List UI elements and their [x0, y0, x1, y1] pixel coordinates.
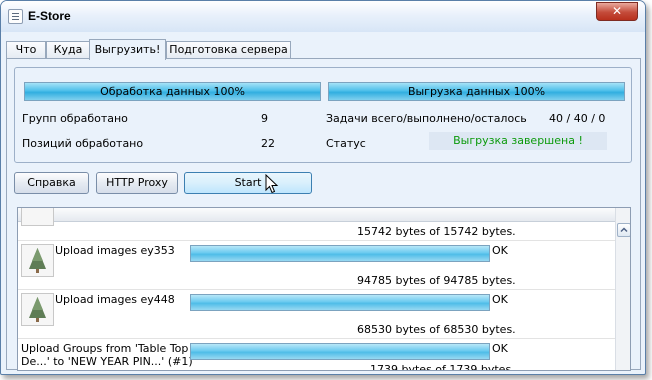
tasks-value: 40 / 40 / 0 [549, 112, 606, 125]
log-row-label-line2: De...' to 'NEW YEAR PIN...' (#1) [21, 355, 193, 368]
processing-progress-bar: Обработка данных 100% [24, 82, 321, 101]
close-button[interactable]: ✕ [596, 2, 638, 21]
tab-panel-export: Обработка данных 100% Выгрузка данных 10… [6, 58, 641, 371]
log-row-progress-bar [190, 245, 490, 262]
upload-progress-bar: Выгрузка данных 100% [328, 82, 625, 101]
progress-group: Обработка данных 100% Выгрузка данных 10… [14, 67, 632, 163]
positions-processed-value: 22 [261, 137, 275, 150]
window-title: E-Store [28, 9, 71, 23]
thumbnail [21, 208, 54, 226]
system-menu-icon[interactable] [8, 9, 23, 24]
scroll-up-button[interactable] [617, 223, 630, 237]
log-row-bytes: 15742 bytes of 15742 bytes. [357, 225, 516, 238]
tab-where[interactable]: Куда [46, 41, 90, 59]
tab-server-prep[interactable]: Подготовка сервера [166, 41, 291, 59]
log-row: Upload Groups from 'Table Top De...' to … [18, 339, 615, 371]
tasks-label: Задачи всего/выполнено/осталось [326, 112, 527, 125]
tab-strip: Что Куда Выгрузить! Подготовка сервера [1, 39, 645, 60]
christmas-tree-thumbnail [21, 244, 54, 277]
help-button[interactable]: Справка [14, 172, 89, 194]
log-row-partial: 15742 bytes of 15742 bytes. [18, 208, 615, 241]
tab-export[interactable]: Выгрузить! [89, 39, 166, 60]
log-row-progress-bar [190, 343, 490, 360]
log-row-status: OK [492, 244, 508, 257]
log-row: Upload images ey448 OK 68530 bytes of 68… [18, 290, 615, 339]
status-value: Выгрузка завершена ! [429, 132, 607, 150]
log-row-bytes: 94785 bytes of 94785 bytes. [357, 274, 516, 287]
groups-processed-label: Групп обработано [22, 112, 128, 125]
christmas-tree-thumbnail [21, 293, 54, 326]
start-button[interactable]: Start [184, 172, 312, 194]
positions-processed-label: Позиций обработано [22, 137, 144, 150]
groups-processed-value: 9 [261, 112, 268, 125]
log-row-bytes: 1739 bytes of 1739 bytes. [370, 363, 515, 371]
log-header [18, 208, 615, 222]
log-row-status: OK [492, 342, 508, 355]
upload-progress-label: Выгрузка данных 100% [407, 85, 546, 98]
tab-what[interactable]: Что [6, 41, 46, 59]
log-row-bytes: 68530 bytes of 68530 bytes. [357, 323, 516, 336]
upload-log[interactable]: 15742 bytes of 15742 bytes. Upload image… [17, 207, 631, 371]
processing-progress-label: Обработка данных 100% [100, 85, 245, 98]
title-bar[interactable]: E-Store ✕ [1, 1, 645, 32]
log-row-progress-bar [190, 294, 490, 311]
chevron-up-icon [620, 227, 628, 233]
log-row-label: Upload Groups from 'Table Top [21, 342, 189, 355]
log-scrollbar[interactable] [615, 208, 630, 370]
log-row-label: Upload images ey353 [55, 244, 175, 257]
app-window: E-Store ✕ Что Куда Выгрузить! Подготовка… [0, 0, 646, 375]
mouse-cursor-icon [265, 174, 279, 194]
log-row: Upload images ey353 OK 94785 bytes of 94… [18, 241, 615, 290]
log-row-status: OK [492, 293, 508, 306]
http-proxy-button[interactable]: HTTP Proxy [96, 172, 178, 194]
log-row-label: Upload images ey448 [55, 293, 175, 306]
status-label: Статус [326, 137, 366, 150]
